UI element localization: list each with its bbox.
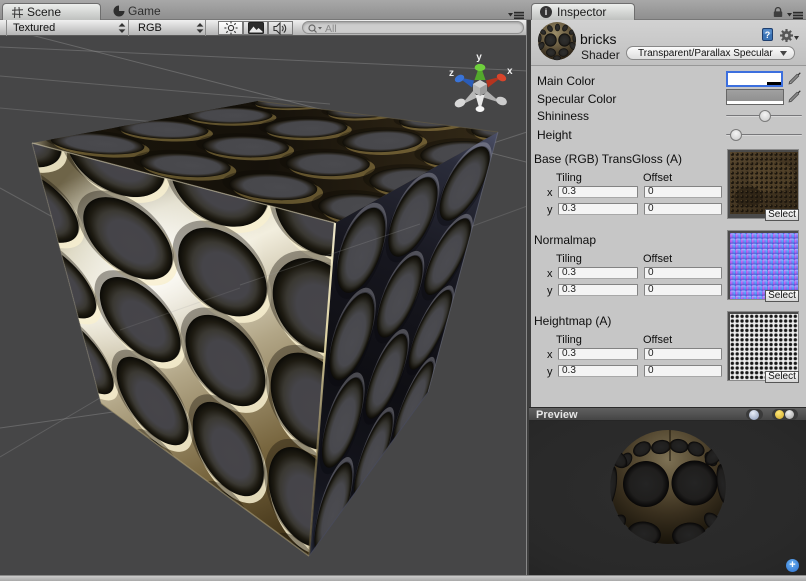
svg-text:x: x [507,66,513,77]
svg-text:?: ? [765,30,771,40]
svg-text:z: z [449,68,454,79]
svg-text:y: y [476,52,482,63]
